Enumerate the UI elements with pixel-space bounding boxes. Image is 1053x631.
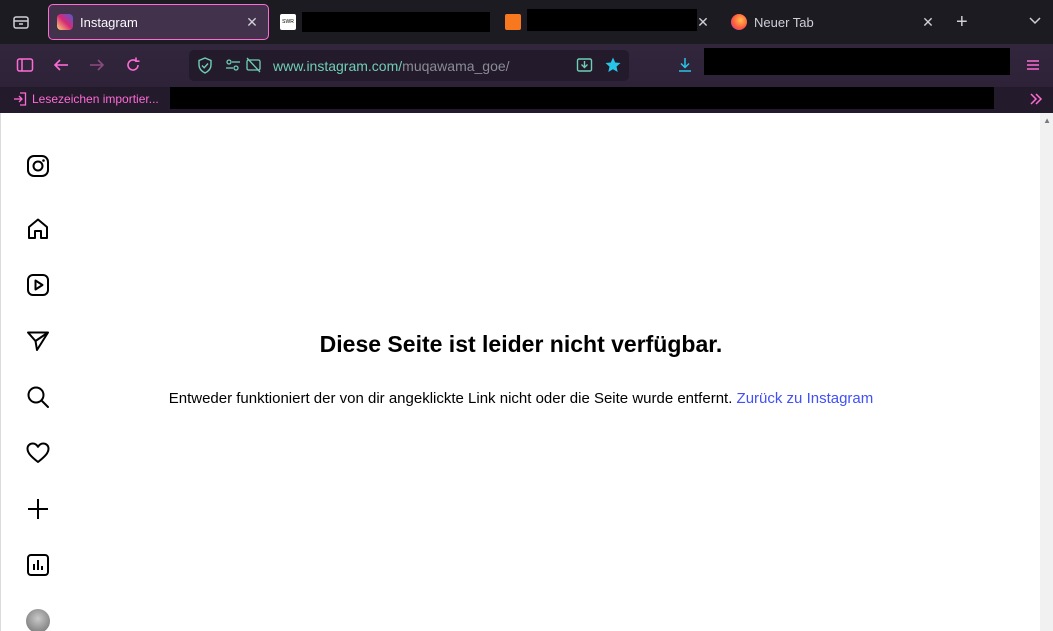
page-content: Diese Seite ist leider nicht verfügbar. … [0, 113, 1053, 631]
tab-3[interactable]: ✕ [505, 4, 715, 40]
downloads-icon[interactable] [674, 54, 696, 76]
redacted-bookmarks [170, 87, 994, 109]
avatar[interactable] [26, 609, 50, 631]
reels-icon[interactable] [25, 272, 51, 298]
blocked-media-icon[interactable] [245, 57, 262, 78]
list-tabs-chevron-icon[interactable] [1028, 13, 1042, 32]
error-description: Entweder funktioniert der von dir angekl… [168, 390, 737, 407]
app-menu-icon[interactable] [1022, 54, 1044, 76]
redacted-toolbar-area [704, 48, 1010, 75]
create-icon[interactable] [25, 496, 51, 522]
tab-new[interactable]: Neuer Tab ✕ [731, 4, 941, 40]
site-favicon-icon [505, 14, 521, 30]
new-tab-button[interactable]: + [956, 12, 968, 32]
instagram-logo-icon[interactable] [25, 153, 51, 179]
url-bar[interactable]: www.instagram.com/muqawama_goe/ [189, 50, 629, 81]
redacted-tab-title [527, 9, 697, 31]
url-host: www.instagram.com/ [273, 58, 403, 74]
url-text[interactable]: www.instagram.com/muqawama_goe/ [273, 58, 510, 74]
navigation-toolbar: www.instagram.com/muqawama_goe/ [0, 44, 1053, 87]
redacted-tab-title [302, 12, 490, 32]
tab-title: Neuer Tab [754, 14, 814, 30]
reload-button[interactable] [122, 54, 144, 76]
permissions-icon[interactable] [225, 58, 241, 77]
bookmarks-toolbar: Lesezeichen importier... [0, 87, 1053, 113]
back-to-instagram-link[interactable]: Zurück zu Instagram [737, 390, 874, 407]
site-favicon-icon: SWR [280, 14, 296, 30]
instagram-favicon-icon [57, 14, 73, 30]
close-tab-icon[interactable]: ✕ [695, 14, 711, 31]
back-button[interactable] [50, 54, 72, 76]
all-tabs-icon[interactable] [12, 14, 30, 30]
firefox-icon [731, 14, 747, 30]
url-path: muqawama_goe/ [402, 58, 510, 74]
tab-instagram[interactable]: Instagram ✕ [48, 4, 269, 40]
import-bookmarks-button[interactable]: Lesezeichen importier... [13, 92, 159, 106]
heart-icon[interactable] [25, 440, 51, 466]
error-message: Entweder funktioniert der von dir angekl… [1, 390, 1041, 407]
close-tab-icon[interactable]: ✕ [244, 14, 260, 31]
error-title: Diese Seite ist leider nicht verfügbar. [319, 331, 723, 357]
insights-icon[interactable] [25, 552, 51, 578]
tab-strip: Instagram ✕ SWR ✕ Neuer Tab ✕ + [0, 0, 1053, 44]
forward-button[interactable] [86, 54, 108, 76]
close-tab-icon[interactable]: ✕ [920, 14, 936, 31]
tab-2[interactable]: SWR [280, 4, 500, 40]
tracking-protection-shield-icon[interactable] [197, 57, 213, 79]
import-icon [13, 92, 27, 106]
scroll-up-arrow-icon[interactable]: ▲ [1043, 116, 1051, 125]
page-scrollbar[interactable]: ▲ [1040, 113, 1053, 631]
import-bookmarks-label: Lesezeichen importier... [32, 92, 159, 106]
sidebar-toggle-icon[interactable] [14, 54, 36, 76]
bookmark-star-icon[interactable] [604, 56, 622, 79]
save-to-pocket-icon[interactable] [576, 57, 593, 78]
instagram-sidebar [1, 113, 75, 631]
home-icon[interactable] [25, 216, 51, 242]
more-bookmarks-chevron-icon[interactable] [1029, 92, 1043, 111]
tab-title: Instagram [80, 14, 138, 30]
